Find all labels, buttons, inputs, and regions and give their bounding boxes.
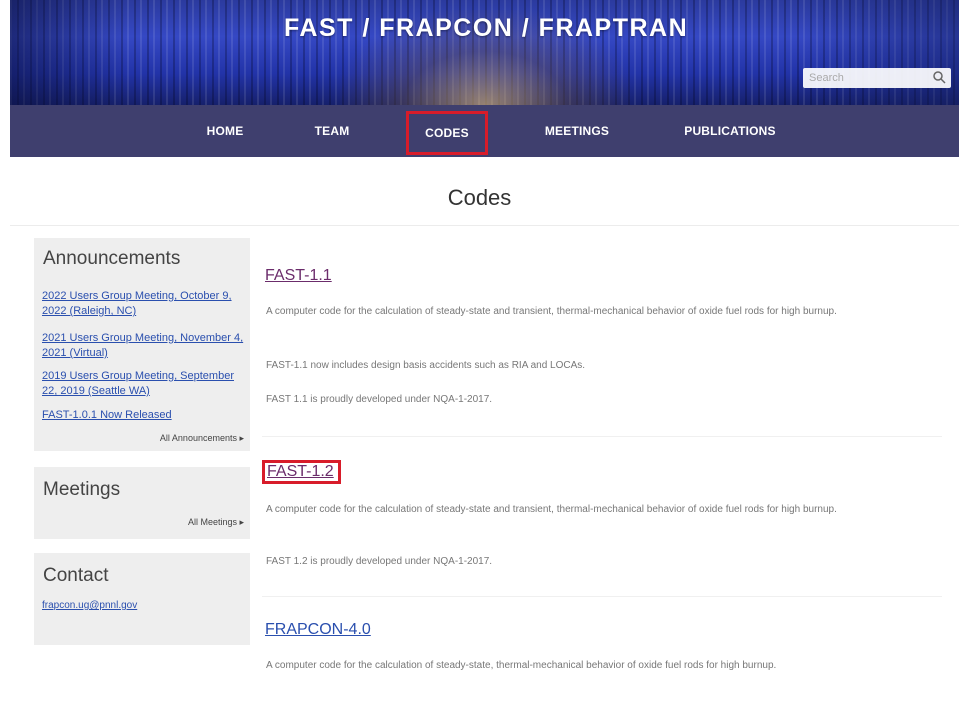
announcement-link[interactable]: FAST-1.0.1 Now Released (42, 408, 247, 423)
search-box[interactable] (803, 68, 951, 88)
nav-meetings[interactable]: MEETINGS (537, 105, 617, 157)
all-announcements-link[interactable]: All Announcements ▸ (160, 433, 244, 444)
announcements-panel: Announcements 2022 Users Group Meeting, … (34, 238, 250, 451)
banner-shade (10, 0, 130, 105)
banner-shade (799, 0, 959, 105)
code-link-fast-1-1[interactable]: FAST-1.1 (265, 267, 332, 285)
page-title: Codes (447, 185, 512, 210)
search-input[interactable] (809, 70, 927, 86)
main-nav: HOME TEAM CODES MEETINGS PUBLICATIONS (10, 105, 959, 157)
meetings-panel: Meetings All Meetings ▸ (34, 467, 250, 539)
code-description: A computer code for the calculation of s… (266, 306, 837, 317)
site-title[interactable]: FAST / FRAPCON / FRAPTRAN (284, 14, 688, 43)
contact-heading: Contact (43, 565, 109, 586)
nav-codes[interactable]: CODES (406, 111, 488, 155)
divider (262, 436, 942, 437)
code-link-frapcon-4-0[interactable]: FRAPCON-4.0 (265, 621, 371, 639)
contact-panel: Contact frapcon.ug@pnnl.gov (34, 553, 250, 645)
code-description: FAST 1.2 is proudly developed under NQA-… (266, 556, 493, 567)
code-description: FAST 1.1 is proudly developed under NQA-… (266, 394, 493, 405)
nav-home[interactable]: HOME (197, 105, 253, 157)
code-description: FAST-1.1 now includes design basis accid… (266, 360, 586, 371)
announcement-link[interactable]: 2022 Users Group Meeting, October 9, 202… (42, 289, 247, 319)
announcement-link[interactable]: 2021 Users Group Meeting, November 4, 20… (42, 331, 247, 361)
contact-email-link[interactable]: frapcon.ug@pnnl.gov (42, 600, 137, 611)
all-meetings-link[interactable]: All Meetings ▸ (188, 517, 244, 528)
divider (262, 596, 942, 597)
code-description: A computer code for the calculation of s… (266, 660, 777, 671)
code-description: A computer code for the calculation of s… (266, 504, 837, 515)
meetings-heading: Meetings (43, 479, 121, 500)
code-link-fast-1-2[interactable]: FAST-1.2 (262, 460, 341, 484)
nav-publications[interactable]: PUBLICATIONS (674, 105, 786, 157)
announcements-heading: Announcements (43, 248, 181, 269)
announcement-link[interactable]: 2019 Users Group Meeting, September 22, … (42, 369, 247, 399)
divider (10, 225, 959, 226)
search-icon[interactable] (932, 70, 947, 85)
nav-team[interactable]: TEAM (307, 105, 357, 157)
